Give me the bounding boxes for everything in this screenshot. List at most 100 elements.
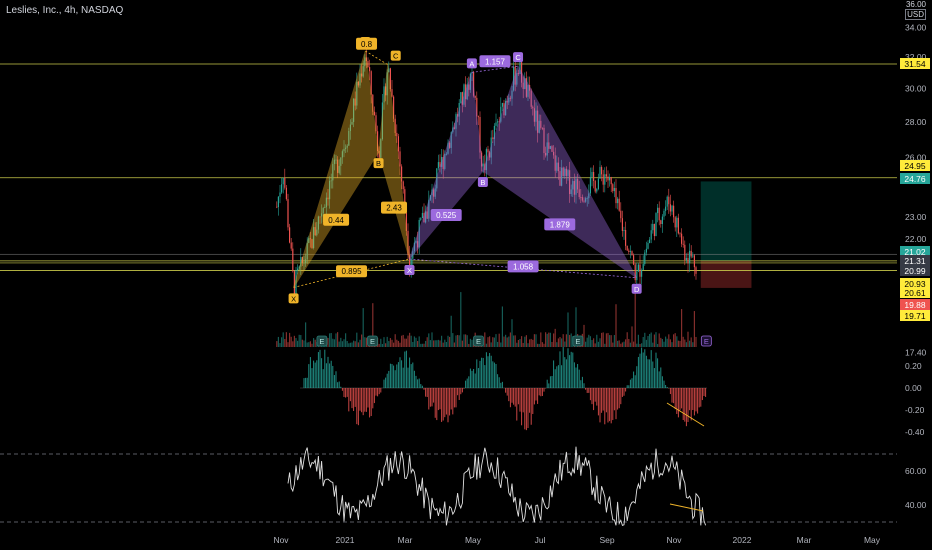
volume-bar xyxy=(613,335,615,347)
volume-bar xyxy=(508,336,510,347)
x-tick-label: Mar xyxy=(398,535,413,545)
volume-bar xyxy=(674,333,676,347)
y-tick-label: 34.00 xyxy=(905,23,927,33)
x-tick-label: 2022 xyxy=(733,535,752,545)
volume-bar xyxy=(298,334,300,347)
volume-bar xyxy=(386,336,388,347)
pattern-point-label: X xyxy=(407,266,412,275)
volume-bar xyxy=(388,341,390,347)
chart-svg[interactable]: 34.0032.0030.0028.0026.0023.0022.0017.40… xyxy=(0,0,932,550)
candle-body xyxy=(655,213,657,237)
volume-bar xyxy=(407,335,409,347)
candle-body xyxy=(290,242,292,249)
volume-bar xyxy=(490,342,492,347)
volume-bar xyxy=(666,338,668,347)
candle-body xyxy=(397,136,399,152)
volume-bar xyxy=(532,339,534,347)
volume-bar xyxy=(418,336,420,347)
volume-bar xyxy=(565,334,567,347)
volume-bar xyxy=(314,339,316,347)
volume-bar xyxy=(557,338,559,347)
volume-bar xyxy=(343,339,345,347)
candle-body xyxy=(625,229,627,246)
volume-bar xyxy=(637,334,639,347)
volume-bar xyxy=(308,342,310,347)
volume-bar xyxy=(569,334,571,347)
volume-bar xyxy=(433,340,435,347)
candle-body xyxy=(637,264,639,272)
volume-bar xyxy=(389,338,391,347)
volume-bar xyxy=(644,332,646,347)
candle-body xyxy=(396,132,398,137)
volume-bar xyxy=(436,340,438,347)
candle-body xyxy=(594,180,596,192)
volume-bar xyxy=(295,338,297,347)
candle-body xyxy=(644,252,646,265)
candle-body xyxy=(645,248,647,253)
volume-bar xyxy=(631,326,633,347)
volume-bar xyxy=(465,334,467,347)
candle-body xyxy=(669,204,671,212)
ratio-label: 1.157 xyxy=(485,57,506,66)
volume-bar xyxy=(337,332,339,347)
volume-bar xyxy=(429,340,431,347)
earnings-label: E xyxy=(319,337,324,346)
candle-body xyxy=(666,196,668,207)
volume-bar xyxy=(567,312,569,347)
candle-body xyxy=(639,264,641,277)
volume-bar xyxy=(516,342,518,347)
candle-body xyxy=(684,244,686,261)
volume-bar xyxy=(425,340,427,347)
candle-body xyxy=(401,166,403,182)
candle-body xyxy=(626,245,628,251)
volume-bar xyxy=(626,332,628,347)
volume-bar xyxy=(385,343,387,347)
candle-body xyxy=(437,162,439,169)
volume-bar xyxy=(594,343,596,347)
volume-bar xyxy=(610,335,612,347)
candle-body xyxy=(282,177,284,185)
candle-body xyxy=(618,198,620,211)
volume-bar xyxy=(303,340,305,347)
volume-bar xyxy=(276,341,278,347)
candle-body xyxy=(604,174,606,185)
pattern-triangle xyxy=(293,50,380,288)
candle-body xyxy=(636,271,638,281)
volume-bar xyxy=(340,337,342,347)
volume-bar xyxy=(673,334,675,347)
volume-bar xyxy=(649,333,651,347)
earnings-label: E xyxy=(704,337,709,346)
y-tick-label: 23.00 xyxy=(905,212,927,222)
volume-bar xyxy=(329,333,331,347)
volume-bar xyxy=(599,338,601,347)
pattern-point-label: C xyxy=(515,53,521,62)
volume-bar xyxy=(410,335,412,347)
pattern-ac-line xyxy=(365,50,388,65)
price-tag-label: 24.95 xyxy=(904,161,926,171)
osc-tick-label: -0.20 xyxy=(905,405,925,415)
y-tick-label: 28.00 xyxy=(905,117,927,127)
volume-bar xyxy=(399,342,401,347)
volume-bar xyxy=(420,343,422,347)
volume-bar xyxy=(485,343,487,347)
candle-body xyxy=(689,250,691,264)
currency-badge: USD xyxy=(905,9,926,20)
volume-bar xyxy=(540,332,542,347)
volume-bar xyxy=(668,334,670,347)
candle-body xyxy=(634,264,636,281)
osc-tick-label: 0.20 xyxy=(905,361,922,371)
volume-bar xyxy=(378,343,380,347)
volume-bar xyxy=(689,340,691,347)
volume-bar xyxy=(535,334,537,347)
volume-bar xyxy=(279,343,281,347)
target-zone xyxy=(700,181,752,261)
volume-bar xyxy=(682,336,684,347)
volume-bar xyxy=(533,334,535,347)
volume-bar xyxy=(645,339,647,347)
volume-bar xyxy=(489,336,491,347)
x-tick-label: Mar xyxy=(797,535,812,545)
candle-body xyxy=(653,223,655,237)
volume-bar xyxy=(618,340,620,347)
candle-body xyxy=(279,192,281,197)
volume-bar xyxy=(687,331,689,347)
